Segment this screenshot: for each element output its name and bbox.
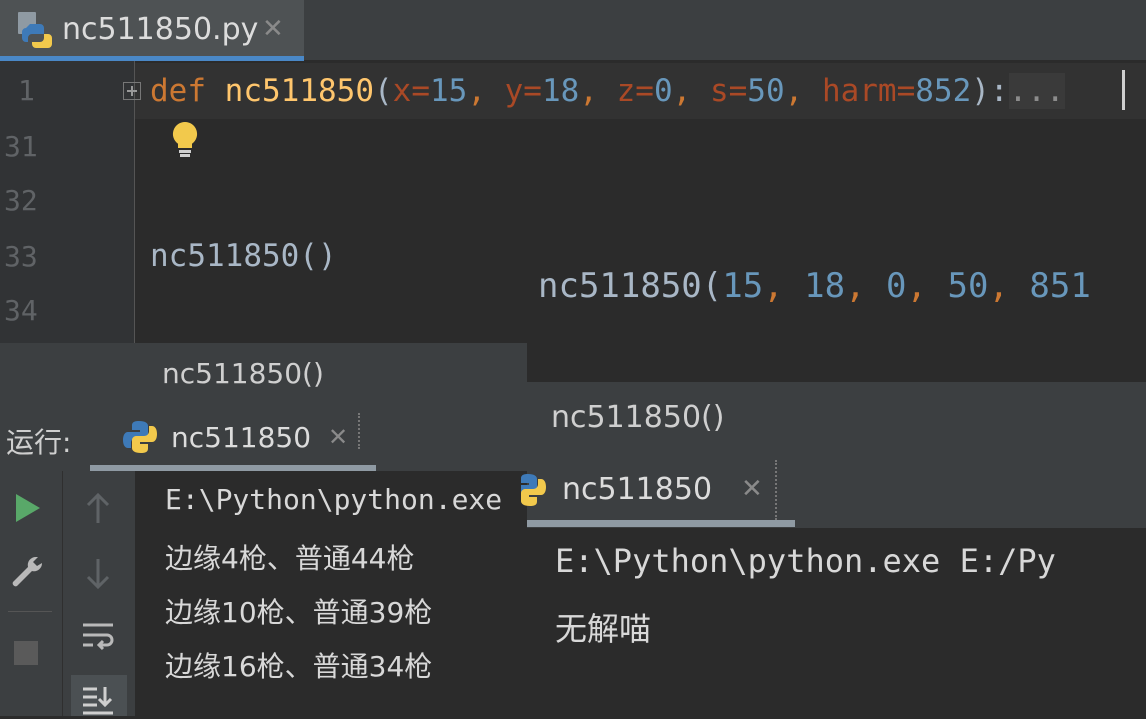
editor-tab-label: nc511850.py [62,12,259,47]
soft-wrap-icon[interactable] [81,621,115,657]
tab-overflow-handle[interactable] [358,413,362,449]
line-number: 34 [4,294,38,327]
console-line: 边缘16枪、普通34枪 [165,650,433,683]
code-comma: , [672,73,710,109]
run-console-right[interactable]: E:\Python\python.exe E:/Py 无解喵 [527,528,1146,716]
line-number: 31 [4,130,38,163]
wrench-icon[interactable] [10,555,44,593]
code-number: 50 [947,266,989,306]
code-param: s= [709,73,748,109]
close-icon[interactable]: ✕ [741,474,763,504]
run-tab-label: nc511850 [171,421,312,454]
breadcrumb-item[interactable]: nc511850() [551,400,724,435]
scroll-to-end-button[interactable] [71,675,127,716]
console-line: 边缘10枪、普通39枪 [165,596,433,629]
run-console-left[interactable]: E:\Python\python.exe 边缘4枪、普通44枪 边缘10枪、普通… [135,471,527,716]
close-icon[interactable]: ✕ [328,423,348,451]
scroll-to-end-icon [81,685,115,719]
arrow-down-icon[interactable] [85,557,111,593]
lightbulb-icon[interactable] [170,120,200,164]
code-comma: , [988,266,1030,306]
code-paren: ( [373,73,393,109]
code-number: 50 [747,73,785,109]
code-line-1[interactable]: def nc511850(x=15, y=18, z=0, s=50, harm… [150,73,1065,109]
console-line: E:\Python\python.exe E:/Py [555,542,1056,580]
rerun-icon[interactable] [14,493,42,527]
code-call-name: nc511850( [538,266,723,306]
code-number: 15 [429,73,468,109]
code-call-overlay[interactable]: nc511850(15, 18, 0, 50, 851 [538,266,1091,306]
code-number: 15 [722,266,764,306]
code-line-33[interactable]: nc511850() [150,238,337,274]
code-number: 18 [541,73,580,109]
code-paren: ): [971,73,1009,109]
console-line: E:\Python\python.exe [165,483,503,516]
console-line: 无解喵 [555,610,652,648]
code-function-name: nc511850 [224,73,374,109]
code-param: z= [616,73,654,109]
code-number: 18 [804,266,846,306]
breadcrumb-item[interactable]: nc511850() [162,357,324,390]
code-comma: , [906,266,948,306]
text-caret [1122,70,1125,110]
line-number: 33 [4,240,38,273]
stop-icon[interactable] [14,641,38,665]
code-param: y= [504,73,542,109]
code-number: 0 [886,266,907,306]
toolbar-divider [8,611,52,612]
code-param: harm= [821,73,916,109]
code-keyword: def [150,73,206,109]
breadcrumb: nc511850() [527,382,1146,452]
breadcrumb: nc511850() [0,343,527,403]
active-tab-indicator [527,520,795,527]
fold-toggle-icon[interactable] [123,82,141,100]
arrow-up-icon[interactable] [85,492,111,529]
run-tool-window-header: 运行: nc511850 ✕ [0,403,527,471]
run-toolbar-right [62,471,135,716]
run-label: 运行: [6,426,72,459]
code-comma: , [763,266,805,306]
run-tab[interactable]: nc511850 ✕ [90,403,376,471]
line-number: 32 [4,184,38,217]
code-comma: , [845,266,887,306]
run-tab[interactable]: nc511850 ✕ [521,452,795,528]
console-line: 边缘4枪、普通44枪 [165,542,415,575]
code-number: 851 [1029,266,1091,306]
run-tab-label: nc511850 [562,472,713,507]
close-icon[interactable]: ✕ [262,14,284,44]
run-toolbar-left [0,471,62,716]
python-icon [521,472,547,510]
run-tool-window-header: nc511850 ✕ [521,452,1146,528]
tab-overflow-handle[interactable] [775,460,779,520]
line-number: 1 [18,74,35,107]
code-comma: , [467,73,505,109]
code-number: 0 [653,73,673,109]
code-comma: , [579,73,617,109]
folded-code-placeholder[interactable]: ... [1008,73,1065,109]
code-comma: , [784,73,822,109]
code-number: 852 [915,73,972,109]
python-file-icon [16,10,54,54]
editor-tab[interactable]: nc511850.py ✕ [0,0,304,60]
python-icon [122,419,158,459]
code-param: x= [392,73,430,109]
